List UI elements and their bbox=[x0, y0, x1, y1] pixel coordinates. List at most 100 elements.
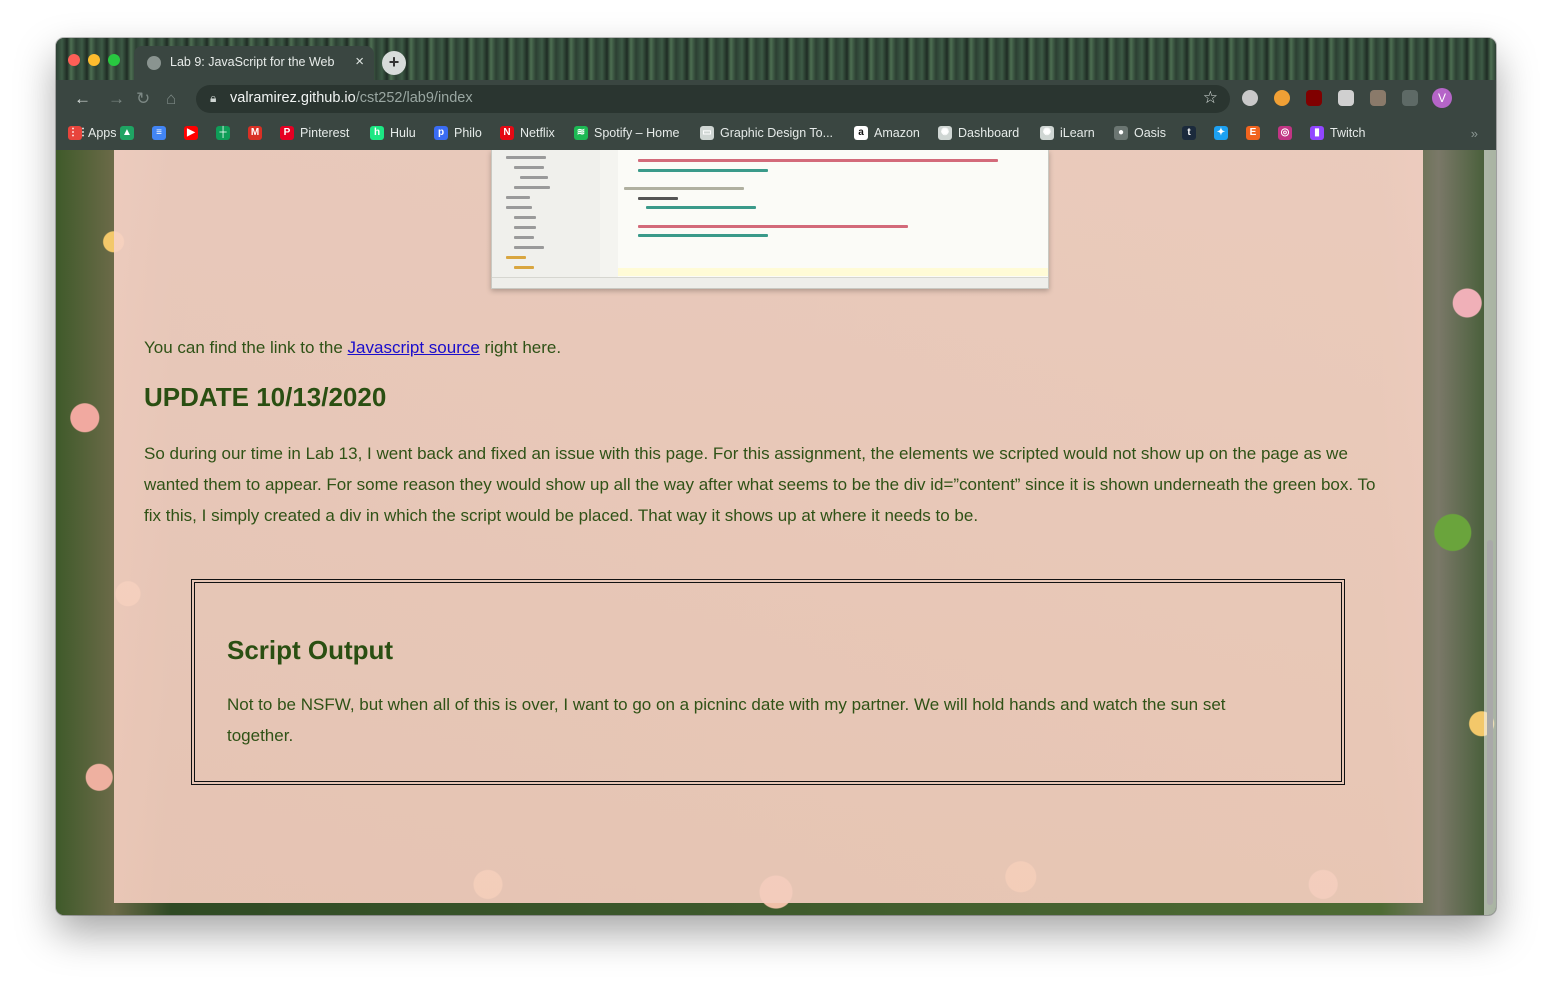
extension-icon[interactable] bbox=[1338, 90, 1354, 106]
bookmark-label: Spotify – Home bbox=[594, 126, 680, 140]
new-tab-button[interactable]: + bbox=[382, 51, 406, 75]
update-paragraph: So during our time in Lab 13, I went bac… bbox=[144, 444, 1376, 525]
url-text[interactable]: valramirez.github.io/cst252/lab9/index bbox=[230, 90, 473, 106]
window-controls bbox=[68, 54, 120, 66]
extension-icon[interactable] bbox=[1370, 90, 1386, 106]
home-icon[interactable]: ⌂ bbox=[166, 89, 176, 109]
bookmark-label: iLearn bbox=[1060, 126, 1095, 140]
bookmark-label: Dashboard bbox=[958, 126, 1020, 140]
gmail-icon: M bbox=[248, 126, 262, 140]
more-bookmarks-icon[interactable]: » bbox=[1471, 126, 1478, 141]
hulu-icon: h bbox=[370, 126, 384, 140]
bookmark-star-icon[interactable]: ☆ bbox=[1203, 88, 1218, 108]
etsy-icon: E bbox=[1246, 126, 1260, 140]
apps-grid-icon: ⋮⋮ bbox=[68, 126, 88, 140]
script-output-heading: Script Output bbox=[227, 635, 394, 665]
tab-strip: Lab 9: JavaScript for the Web × + bbox=[56, 38, 1496, 80]
back-arrow-icon[interactable]: ← bbox=[74, 89, 91, 109]
canvas-icon: ✺ bbox=[938, 126, 952, 140]
url-path: /cst252/lab9/index bbox=[355, 90, 473, 106]
browser-window: Lab 9: JavaScript for the Web × + ← → ↻ … bbox=[56, 38, 1496, 915]
url-host: valramirez.github.io bbox=[230, 90, 356, 106]
globe-icon: ● bbox=[1114, 126, 1128, 140]
tab-active[interactable]: Lab 9: JavaScript for the Web × bbox=[134, 46, 374, 80]
folder-icon: ▭ bbox=[700, 126, 714, 140]
bookmark-oasis[interactable]: ● Oasis bbox=[1114, 126, 1166, 140]
twitter-icon: ✦ bbox=[1214, 126, 1228, 140]
content-panel: You can find the link to the Javascript … bbox=[114, 150, 1423, 903]
minimize-window-button[interactable] bbox=[88, 54, 100, 66]
scrollbar[interactable] bbox=[1484, 150, 1496, 915]
maximize-window-button[interactable] bbox=[108, 54, 120, 66]
ublock-icon[interactable] bbox=[1306, 90, 1322, 106]
bookmark-instagram[interactable]: ◎ bbox=[1278, 126, 1292, 140]
source-link-paragraph: You can find the link to the Javascript … bbox=[144, 332, 561, 363]
code-screenshot-image bbox=[491, 150, 1049, 289]
extension-icon[interactable] bbox=[1242, 90, 1258, 106]
link-intro: You can find the link to the bbox=[144, 338, 348, 357]
editor-status-bar bbox=[492, 277, 1048, 288]
netflix-icon: N bbox=[500, 126, 514, 140]
bookmark-twitch[interactable]: ▮ Twitch bbox=[1310, 126, 1365, 140]
globe-icon bbox=[147, 56, 161, 70]
toolbar: ← → ↻ ⌂ 🔒︎ valramirez.github.io/cst252/l… bbox=[56, 80, 1496, 118]
spotify-icon: ≋ bbox=[574, 126, 588, 140]
bookmark-label: Philo bbox=[454, 126, 482, 140]
bookmark-tumblr[interactable]: t bbox=[1182, 126, 1196, 140]
bookmark-google-drive[interactable]: ▲ bbox=[120, 126, 134, 140]
bookmark-youtube[interactable]: ▶ bbox=[184, 126, 198, 140]
forward-arrow-icon[interactable]: → bbox=[108, 89, 125, 109]
bookmark-etsy[interactable]: E bbox=[1246, 126, 1260, 140]
google-sheets-icon: ┼ bbox=[216, 126, 230, 140]
bookmark-pinterest[interactable]: P Pinterest bbox=[280, 126, 349, 140]
tumblr-icon: t bbox=[1182, 126, 1196, 140]
script-output-box: Script Output Not to be NSFW, but when a… bbox=[191, 579, 1345, 785]
puzzle-icon[interactable] bbox=[1402, 90, 1418, 106]
address-bar[interactable]: 🔒︎ valramirez.github.io/cst252/lab9/inde… bbox=[196, 85, 1230, 113]
extension-icon[interactable] bbox=[1274, 90, 1290, 106]
update-heading: UPDATE 10/13/2020 bbox=[144, 382, 387, 412]
tab-title: Lab 9: JavaScript for the Web bbox=[170, 55, 335, 69]
bookmarks-bar: » ⋮⋮ Apps ▲ ≡ ▶ ┼ M P Pinterest h Hulu p Philo N Netfl… bbox=[56, 118, 1496, 151]
bookmark-gmail[interactable]: M bbox=[248, 126, 262, 140]
link-outro: right here. bbox=[479, 338, 562, 357]
script-output-text: Not to be NSFW, but when all of this is … bbox=[227, 695, 1226, 745]
twitch-icon: ▮ bbox=[1310, 126, 1324, 140]
bookmark-apps[interactable]: ⋮⋮ Apps bbox=[68, 126, 117, 140]
avatar[interactable]: V bbox=[1432, 88, 1452, 108]
scrollbar-thumb[interactable] bbox=[1487, 540, 1493, 905]
google-drive-icon: ▲ bbox=[120, 126, 134, 140]
line-numbers bbox=[600, 150, 618, 278]
bookmark-label: Oasis bbox=[1134, 126, 1166, 140]
bookmark-amazon[interactable]: a Amazon bbox=[854, 126, 920, 140]
amazon-icon: a bbox=[854, 126, 868, 140]
reload-icon[interactable]: ↻ bbox=[136, 89, 150, 109]
youtube-icon: ▶ bbox=[184, 126, 198, 140]
bookmark-label: Graphic Design To... bbox=[720, 126, 834, 140]
bookmark-label: Twitch bbox=[1330, 126, 1366, 140]
pinterest-icon: P bbox=[280, 126, 294, 140]
bookmark-dashboard[interactable]: ✺ Dashboard bbox=[938, 126, 1019, 140]
page-viewport: You can find the link to the Javascript … bbox=[56, 150, 1496, 915]
close-window-button[interactable] bbox=[68, 54, 80, 66]
lock-icon: 🔒︎ bbox=[210, 91, 217, 105]
bookmark-netflix[interactable]: N Netflix bbox=[500, 126, 555, 140]
bookmark-label: Amazon bbox=[874, 126, 920, 140]
bookmark-google-docs[interactable]: ≡ bbox=[152, 126, 166, 140]
philo-icon: p bbox=[434, 126, 448, 140]
bookmark-hulu[interactable]: h Hulu bbox=[370, 126, 416, 140]
javascript-source-link[interactable]: Javascript source bbox=[348, 338, 480, 357]
bookmark-google-sheets[interactable]: ┼ bbox=[216, 126, 230, 140]
bookmark-spotify-home[interactable]: ≋ Spotify – Home bbox=[574, 126, 679, 140]
google-docs-icon: ≡ bbox=[152, 126, 166, 140]
bookmark-philo[interactable]: p Philo bbox=[434, 126, 482, 140]
bookmark-label: Apps bbox=[88, 126, 117, 140]
bookmark-twitter[interactable]: ✦ bbox=[1214, 126, 1228, 140]
bookmark-ilearn[interactable]: ✺ iLearn bbox=[1040, 126, 1095, 140]
bookmark-label: Hulu bbox=[390, 126, 416, 140]
bookmark-label: Pinterest bbox=[300, 126, 350, 140]
canvas-icon: ✺ bbox=[1040, 126, 1054, 140]
close-icon[interactable]: × bbox=[355, 53, 364, 70]
bookmark-graphic-design-to[interactable]: ▭ Graphic Design To... bbox=[700, 126, 833, 140]
bookmark-label: Netflix bbox=[520, 126, 555, 140]
